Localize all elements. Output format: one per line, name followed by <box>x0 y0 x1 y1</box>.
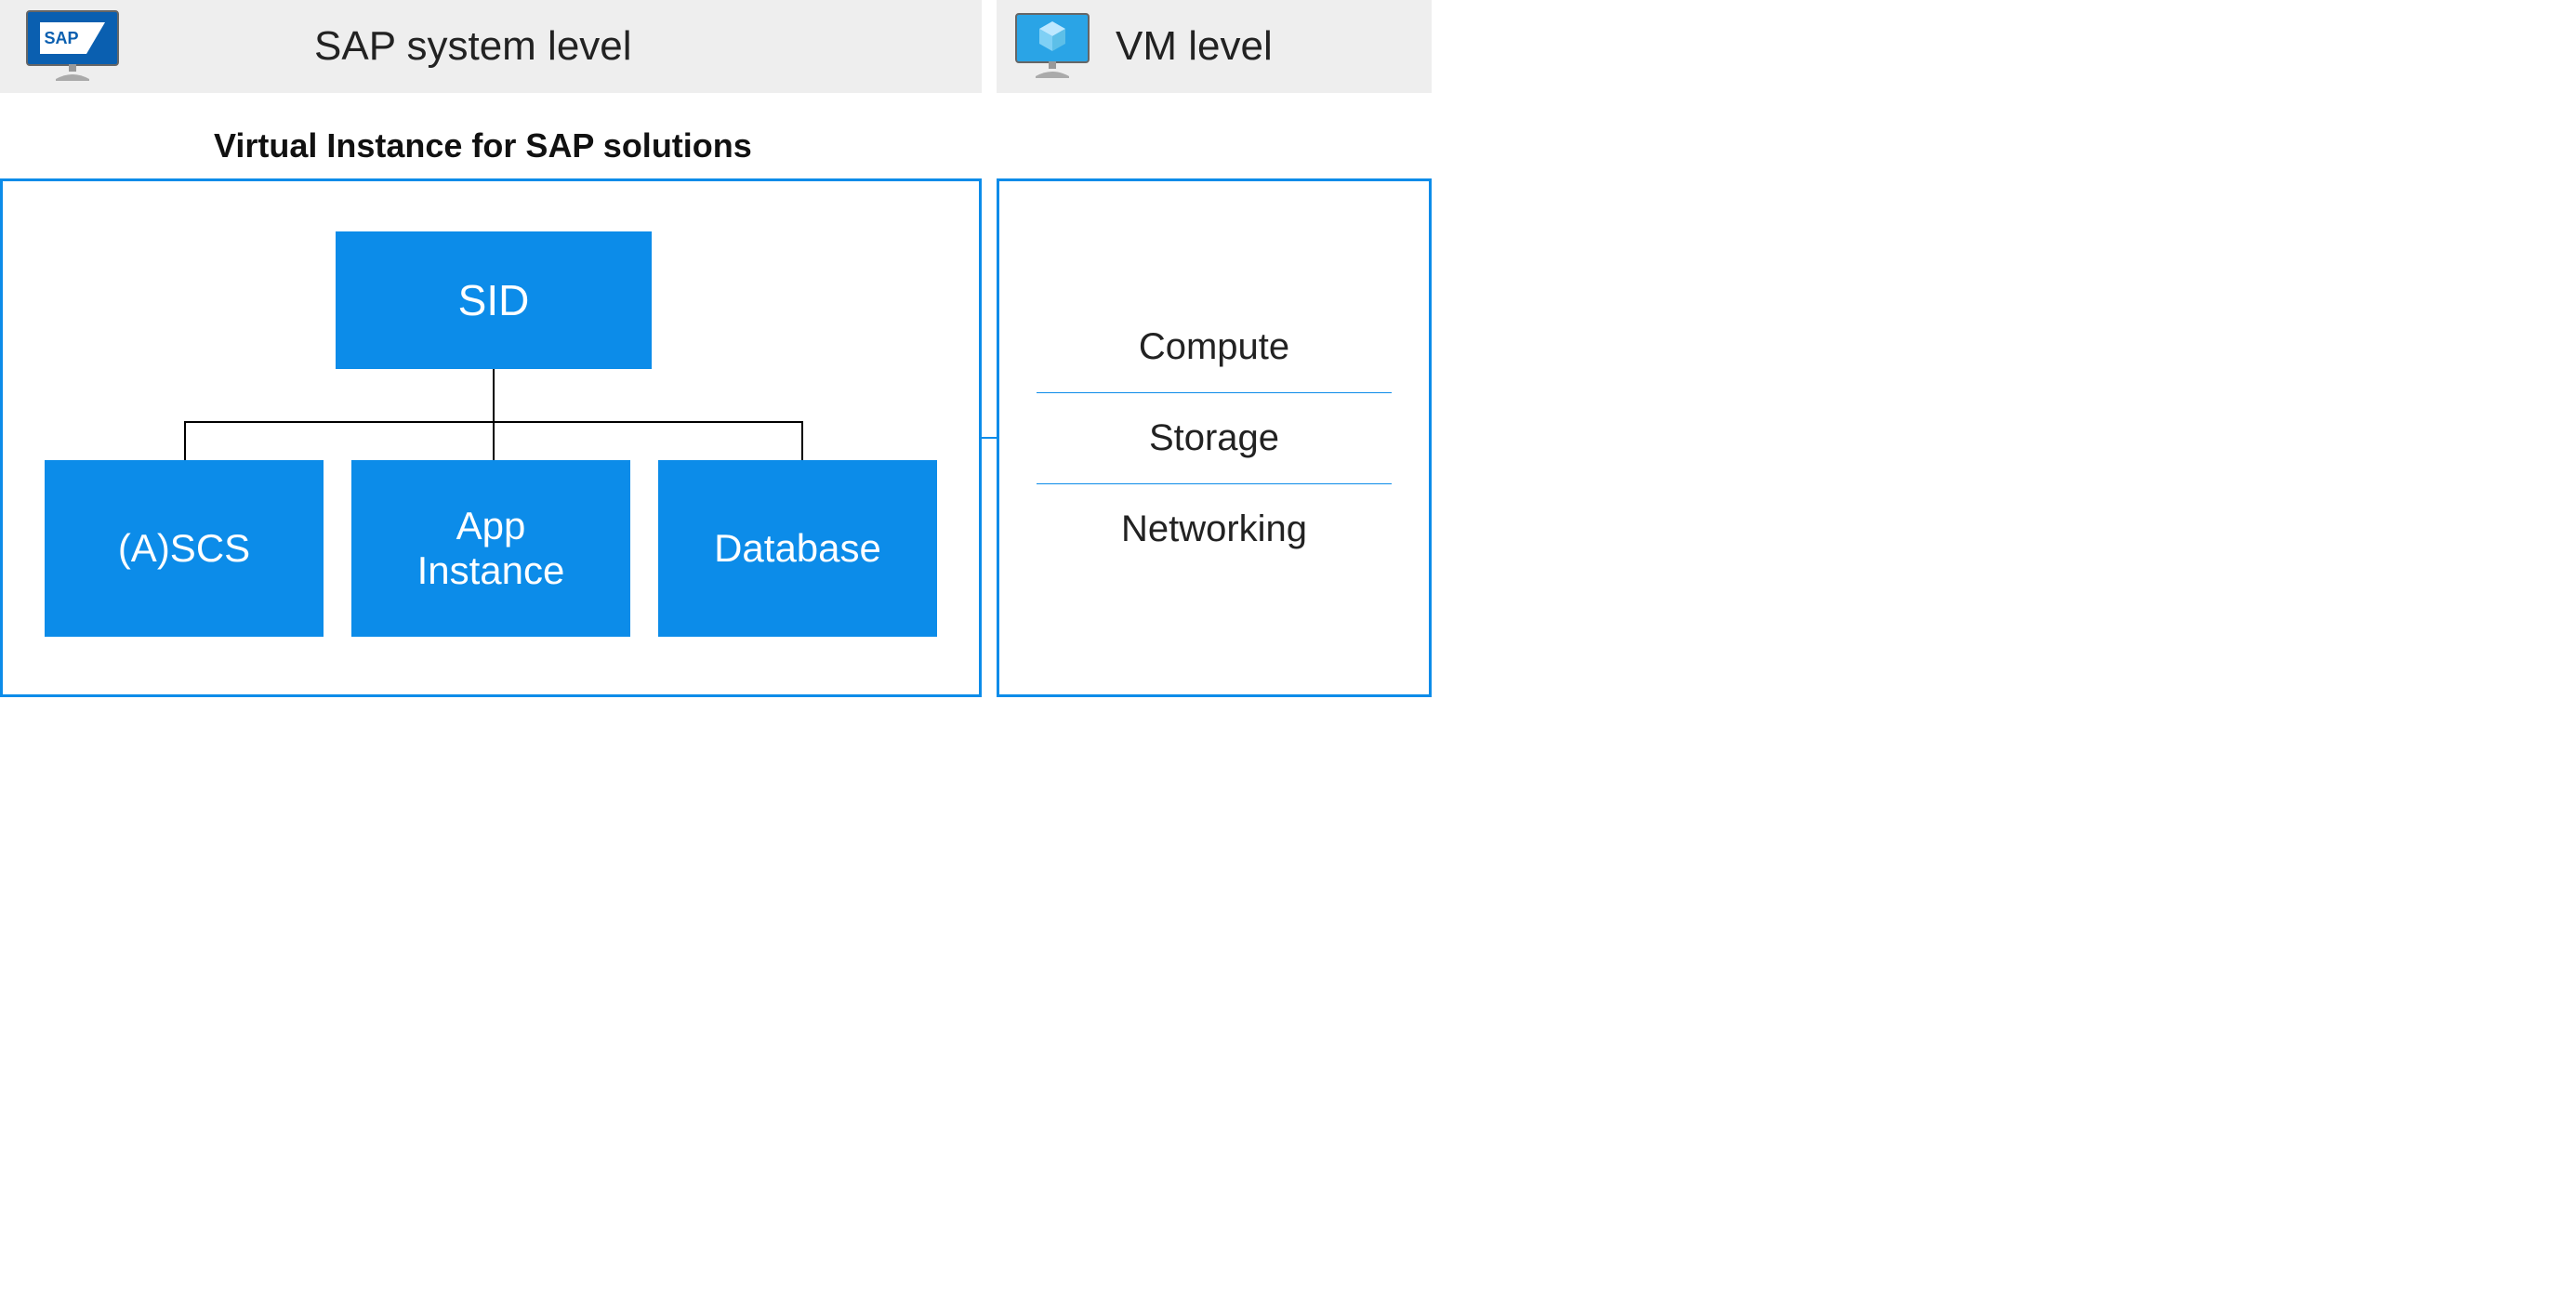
header-vm-level: VM level <box>997 0 1432 93</box>
sap-monitor-icon: SAP <box>26 10 119 83</box>
ascs-box: (A)SCS <box>45 460 324 637</box>
sap-logo-icon: SAP <box>40 22 105 54</box>
subtitle: Virtual Instance for SAP solutions <box>214 126 1432 165</box>
body-row: SID (A)SCS AppInstance Database Compute … <box>0 178 1432 697</box>
sap-screen: SAP <box>26 10 119 66</box>
header-title-right: VM level <box>1116 23 1273 70</box>
connector-line <box>184 421 186 460</box>
sid-box: SID <box>336 231 652 369</box>
svg-text:SAP: SAP <box>44 29 78 47</box>
vm-level-box: Compute Storage Networking <box>997 178 1432 697</box>
vm-storage: Storage <box>1037 393 1392 483</box>
ascs-label: (A)SCS <box>118 526 250 571</box>
app-instance-label: AppInstance <box>417 504 565 594</box>
header-sap-system: SAP SAP system level <box>0 0 982 93</box>
cube-icon <box>1034 18 1071 59</box>
link-connector <box>979 437 999 439</box>
virtual-instance-box: SID (A)SCS AppInstance Database <box>0 178 982 697</box>
app-instance-box: AppInstance <box>351 460 630 637</box>
monitor-stand-icon <box>1028 61 1077 83</box>
header-title-left: SAP system level <box>314 23 632 70</box>
database-label: Database <box>714 526 881 571</box>
connector-line <box>493 369 495 423</box>
vm-networking: Networking <box>1037 484 1392 574</box>
child-row: (A)SCS AppInstance Database <box>45 460 937 637</box>
vm-compute: Compute <box>1037 302 1392 392</box>
connector-line <box>801 421 803 460</box>
database-box: Database <box>658 460 937 637</box>
monitor-stand-icon <box>48 64 97 86</box>
vm-screen <box>1015 13 1090 63</box>
connector-line <box>493 421 495 460</box>
vm-monitor-icon <box>1015 13 1090 80</box>
header-row: SAP SAP system level <box>0 0 1432 93</box>
